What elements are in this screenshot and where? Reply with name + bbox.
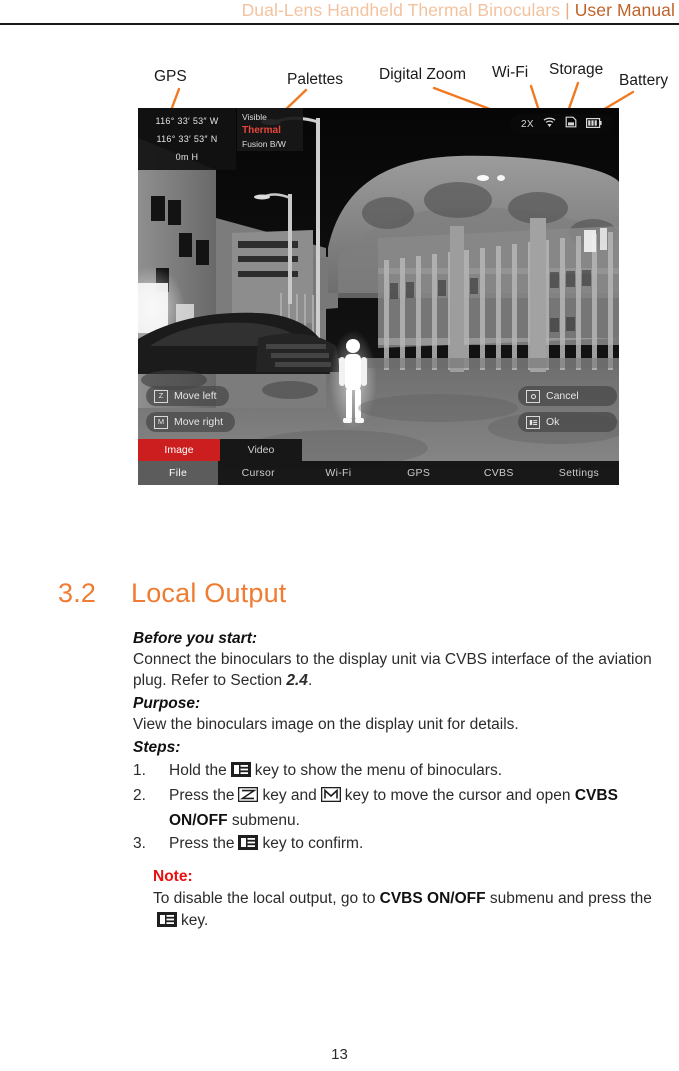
step-3-text: Press the key to confirm. (169, 832, 661, 857)
note-block: Note: To disable the local output, go to… (133, 866, 661, 934)
hint-cancel[interactable]: Cancel (518, 386, 617, 406)
step-2-part1: Press the (169, 787, 235, 804)
body-content: Before you start: Connect the binoculars… (133, 628, 661, 934)
note-part2: submenu and press the (489, 890, 652, 907)
palette-option-thermal[interactable]: Thermal (242, 124, 303, 138)
steps-heading: Steps: (133, 739, 181, 756)
battery-icon (586, 115, 602, 133)
note-text: To disable the local output, go to CVBS … (153, 888, 661, 934)
hint-move-right-label: Move right (174, 416, 224, 428)
gps-longitude: 116° 33′ 53″ W (155, 116, 219, 126)
tab-video[interactable]: Video (220, 439, 302, 461)
steps-list: 1. Hold the key to show the menu of binoc… (133, 759, 661, 857)
header-product-name: Dual-Lens Handheld Thermal Binoculars (241, 0, 561, 20)
section-heading: 3.2 Local Output (58, 578, 287, 609)
hint-cancel-label: Cancel (546, 390, 579, 402)
digital-zoom-level: 2X (520, 118, 534, 130)
before-you-start-heading: Before you start: (133, 630, 258, 647)
before-you-start-text: Connect the binoculars to the display un… (133, 649, 661, 691)
section-title: Local Output (131, 578, 287, 608)
menu-item-gps[interactable]: GPS (379, 461, 459, 485)
hint-move-left[interactable]: Z Move left (146, 386, 229, 406)
step-2: 2. Press the key and key to move the curso… (133, 784, 661, 832)
purpose-heading: Purpose: (133, 695, 201, 712)
gps-altitude: 0m H (175, 152, 199, 162)
device-menu-bar[interactable]: File Cursor Wi-Fi GPS CVBS Settings (138, 461, 619, 485)
header-divider (0, 23, 679, 25)
purpose-text: View the binoculars image on the display… (133, 716, 519, 733)
menu-key-icon (230, 761, 251, 784)
page-number: 13 (331, 1046, 348, 1063)
menu-key-icon (238, 834, 259, 857)
before-text-part1: Connect the binoculars to the display un… (133, 651, 652, 689)
wifi-icon (543, 115, 556, 133)
callout-battery: Battery (619, 72, 669, 89)
step-2-text: Press the key and key to move the cursor a… (169, 784, 661, 832)
status-bar: 2X (509, 114, 613, 134)
step-1-part1: Hold the (169, 762, 227, 779)
gps-latitude: 116° 33′ 53″ N (156, 134, 218, 144)
page-header: Dual-Lens Handheld Thermal Binoculars | … (0, 0, 679, 22)
menu-item-wifi[interactable]: Wi-Fi (298, 461, 378, 485)
section-number: 3.2 (58, 578, 97, 608)
step-1-part2: key to show the menu of binoculars. (254, 762, 503, 779)
hint-move-left-label: Move left (174, 390, 217, 402)
callout-digital-zoom: Digital Zoom (379, 66, 466, 83)
m-key-icon (320, 786, 342, 809)
before-text-part2: . (307, 672, 313, 689)
step-1-text: Hold the key to show the menu of binocula… (169, 759, 661, 784)
menu-item-file[interactable]: File (138, 461, 219, 485)
device-screenshot: 116° 33′ 53″ W 116° 33′ 53″ N 0m H Visib… (138, 108, 619, 485)
step-3: 3. Press the key to confirm. (133, 832, 661, 857)
tab-strip[interactable]: Image Video (138, 439, 302, 461)
menu-item-settings[interactable]: Settings (539, 461, 619, 485)
palettes-menu[interactable]: Visible Thermal Fusion B/W (237, 108, 303, 151)
section-reference-2-4: 2.4 (286, 672, 308, 689)
sd-card-icon (565, 115, 577, 133)
tab-image[interactable]: Image (138, 439, 220, 461)
palette-option-fusion-bw[interactable]: Fusion B/W (242, 138, 303, 151)
camera-icon (526, 389, 540, 403)
note-title: Note: (153, 868, 193, 885)
callout-palettes: Palettes (287, 71, 344, 88)
header-separator: | (560, 0, 575, 20)
callout-storage: Storage (549, 61, 604, 78)
z-key-icon (238, 786, 259, 809)
step-3-part1: Press the (169, 835, 235, 852)
hint-ok-label: Ok (546, 416, 560, 428)
note-cvbs-label: CVBS ON/OFF (379, 890, 486, 907)
step-3-number: 3. (133, 835, 146, 852)
menu-item-cursor[interactable]: Cursor (218, 461, 298, 485)
note-part1: To disable the local output, go to (153, 890, 376, 907)
menu-item-cvbs[interactable]: CVBS (459, 461, 539, 485)
header-manual-label: User Manual (574, 0, 675, 20)
key-z-icon: Z (154, 389, 168, 403)
gps-info-panel: 116° 33′ 53″ W 116° 33′ 53″ N 0m H (138, 108, 236, 170)
note-part3: key. (181, 912, 209, 929)
step-2-number: 2. (133, 787, 146, 804)
menu-icon (526, 415, 540, 429)
callout-wifi: Wi-Fi (492, 64, 529, 81)
key-m-icon: M (154, 415, 168, 429)
step-3-part2: key to confirm. (262, 835, 364, 852)
step-1: 1. Hold the key to show the menu of binoc… (133, 759, 661, 784)
step-1-number: 1. (133, 762, 146, 779)
step-2-part3: key to move the cursor and open (344, 787, 571, 804)
hint-move-right[interactable]: M Move right (146, 412, 236, 432)
menu-key-icon (157, 912, 177, 934)
callout-gps: GPS (154, 68, 187, 85)
step-2-part4: submenu. (231, 812, 300, 829)
hint-ok[interactable]: Ok (518, 412, 617, 432)
palette-option-visible[interactable]: Visible (242, 111, 303, 124)
step-2-part2: key and (262, 787, 317, 804)
